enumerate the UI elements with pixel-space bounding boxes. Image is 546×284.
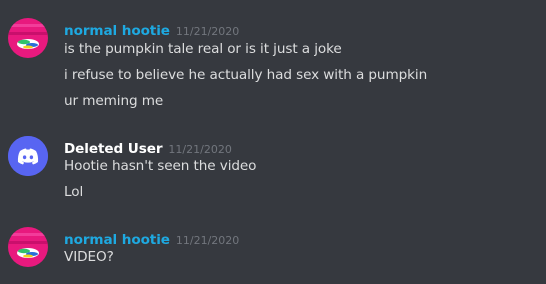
username[interactable]: normal hootie (64, 232, 170, 248)
message-text: VIDEO? (64, 249, 114, 265)
timestamp: 11/21/2020 (175, 234, 240, 247)
hootie-avatar-icon (8, 227, 48, 267)
message-header: normal hootie 11/21/2020 (64, 229, 239, 248)
user-avatar[interactable] (8, 227, 48, 267)
message-group: normal hootie 11/21/2020 VIDEO? (0, 0, 546, 284)
